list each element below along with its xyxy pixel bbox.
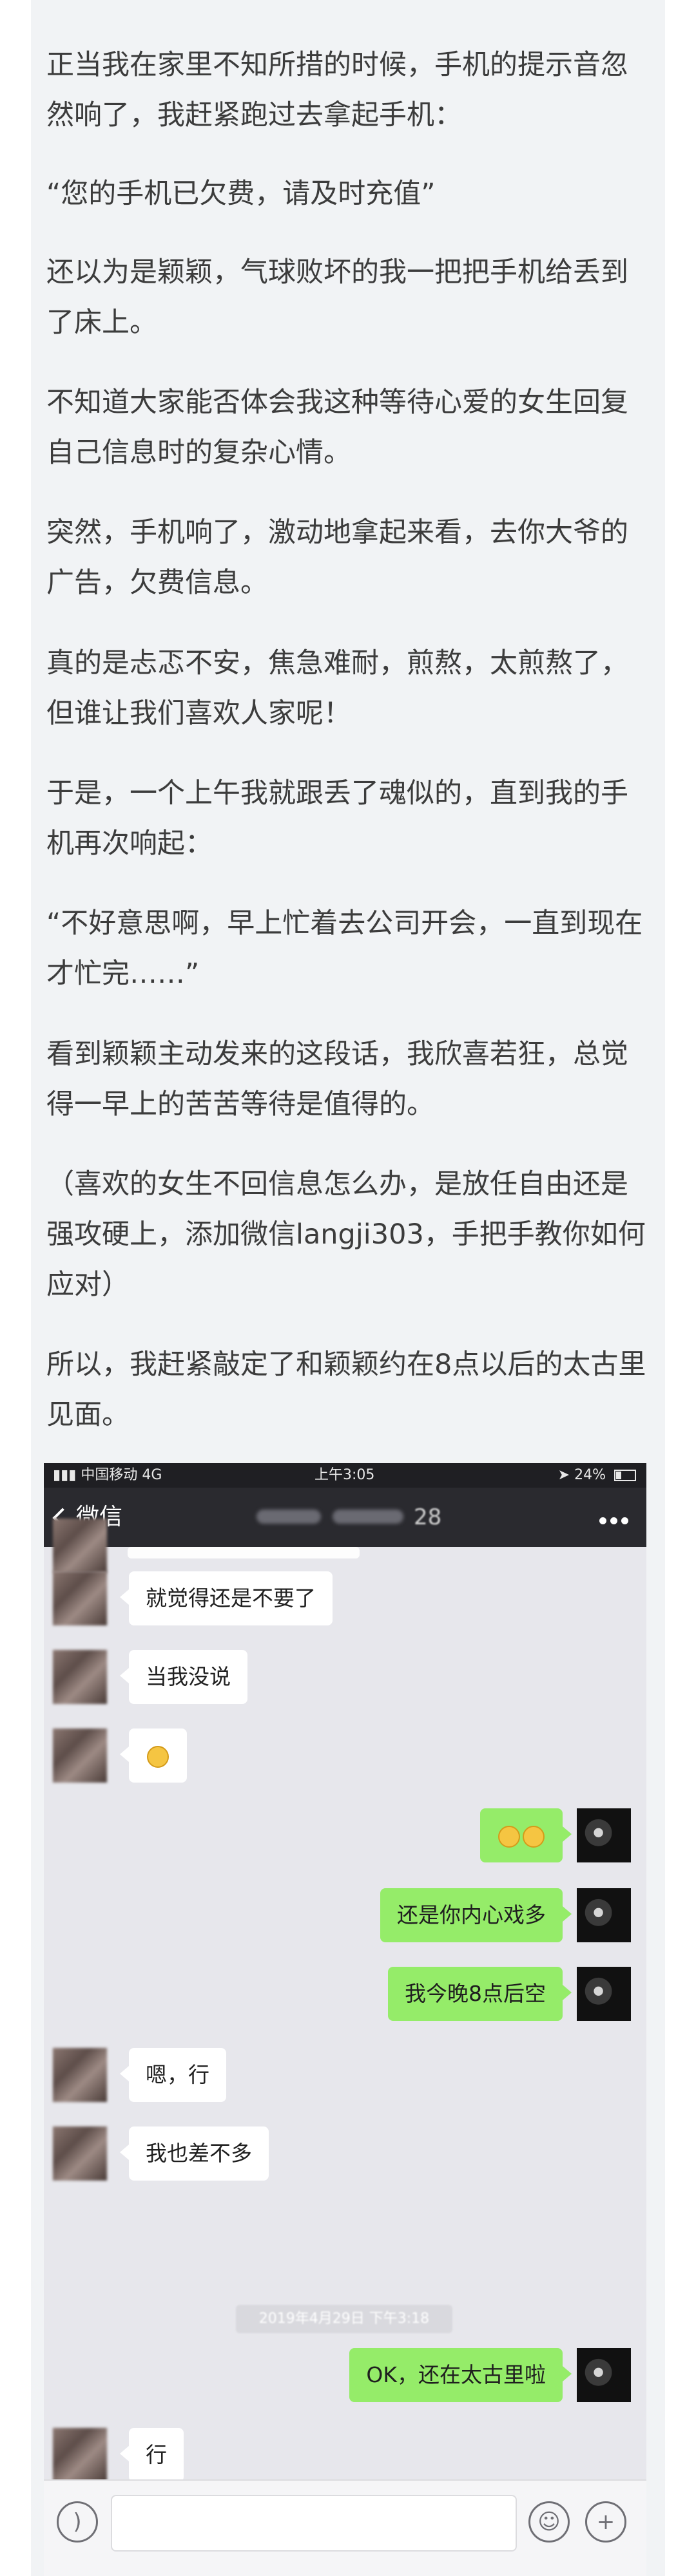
message-bubble[interactable]: 嗯，行 (120, 2048, 226, 2102)
status-left: ▮▮▮ 中国移动 4G (53, 1463, 162, 1488)
cry-emoji-icon (498, 1825, 520, 1848)
dot-icon (599, 1517, 606, 1524)
more-button[interactable] (595, 1515, 628, 1527)
paragraph: 真的是忐忑不安，焦急难耐，煎熬，太煎熬了，但谁让我们喜欢人家呢！ (46, 647, 628, 730)
dot-icon (610, 1517, 617, 1524)
avatar[interactable] (53, 1571, 107, 1625)
blurred-name-part (333, 1510, 403, 1524)
status-bar: ▮▮▮ 中国移动 4G 上午3:05 ➤ 24% (44, 1463, 646, 1488)
avatar[interactable] (577, 1967, 631, 2021)
avatar[interactable] (577, 1808, 631, 1862)
message-bubble[interactable]: OK，还在太古里啦 (349, 2348, 572, 2402)
avatar[interactable] (577, 2348, 631, 2402)
paragraph: “您的手机已欠费，请及时充值” (46, 178, 436, 210)
message-list: 就觉得还是不要了 当我没说 还是你内心戏多 我今晚8点后空 嗯，行 我也差不多 … (44, 1519, 646, 2482)
location-icon: ➤ (557, 1467, 570, 1483)
message-bubble[interactable]: 我也差不多 (120, 2126, 269, 2181)
cut-off-message (128, 1547, 360, 1558)
avatar[interactable] (53, 1650, 107, 1704)
avatar[interactable] (53, 1519, 107, 1573)
paragraph: 突然，手机响了，激动地拿起来看，去你大爷的广告，欠费信息。 (46, 516, 628, 599)
emoji-button-icon[interactable]: ☺ (528, 2501, 570, 2543)
message-bubble[interactable] (480, 1808, 572, 1862)
battery-icon (614, 1470, 636, 1481)
message-bubble[interactable]: 就觉得还是不要了 (120, 1571, 333, 1625)
cry-emoji-icon (523, 1825, 545, 1848)
status-right: ➤ 24% (558, 1463, 636, 1488)
paragraph: 不知道大家能否体会我这种等待心爱的女生回复自己信息时的复杂心情。 (46, 386, 628, 469)
plus-button-icon[interactable]: + (585, 2501, 626, 2543)
voice-toggle-icon[interactable]: ) (57, 2501, 98, 2543)
dot-icon (621, 1517, 628, 1524)
message-bubble[interactable]: 行 (120, 2428, 184, 2482)
blurred-name-part (256, 1510, 321, 1524)
paragraph: （喜欢的女生不回信息怎么办，是放任自由还是强攻硬上，添加微信langji303，… (46, 1168, 646, 1301)
paragraph: “不好意思啊，早上忙着去公司开会，一直到现在才忙完……” (46, 907, 643, 990)
laugh-emoji-icon (147, 1745, 169, 1768)
avatar[interactable] (53, 2428, 107, 2482)
message-bubble[interactable]: 当我没说 (120, 1650, 247, 1704)
paragraph: 还以为是颖颖，气球败坏的我一把把手机给丢到了床上。 (46, 256, 628, 339)
avatar[interactable] (577, 1888, 631, 1942)
paragraph-cutoff (46, 0, 652, 13)
chat-title-suffix: 28 (414, 1504, 442, 1530)
chat-title: 28 (256, 1501, 450, 1534)
message-bubble[interactable]: 还是你内心戏多 (380, 1888, 572, 1942)
message-timestamp: 2019年4月29日 下午3:18 (236, 2305, 452, 2333)
message-bubble[interactable]: 我今晚8点后空 (388, 1967, 572, 2021)
carrier-label: 中国移动 (81, 1467, 138, 1483)
paragraph: 看到颖颖主动发来的这段话，我欣喜若狂，总觉得一早上的苦苦等待是值得的。 (46, 1038, 628, 1121)
paragraph: 正当我在家里不知所措的时候，手机的提示音忽然响了，我赶紧跑过去拿起手机： (46, 49, 628, 131)
chat-nav-bar: 微信 28 (44, 1488, 646, 1547)
network-label: 4G (142, 1467, 162, 1483)
input-bar: ) ☺ + (44, 2479, 646, 2576)
message-bubble[interactable] (120, 1728, 187, 1783)
paragraph: 所以，我赶紧敲定了和颖颖约在8点以后的太古里见面。 (46, 1349, 646, 1431)
status-time: 上午3:05 (314, 1467, 375, 1483)
message-input[interactable] (111, 2495, 517, 2552)
avatar[interactable] (53, 2126, 107, 2181)
signal-icon: ▮▮▮ (53, 1467, 77, 1483)
chat-screenshot: ▮▮▮ 中国移动 4G 上午3:05 ➤ 24% 微信 28 就觉得还是不要了 … (44, 1463, 646, 2576)
avatar[interactable] (53, 1728, 107, 1783)
battery-percent: 24% (574, 1467, 606, 1483)
paragraph: 于是，一个上午我就跟丢了魂似的，直到我的手机再次响起： (46, 777, 628, 860)
avatar[interactable] (53, 2048, 107, 2102)
